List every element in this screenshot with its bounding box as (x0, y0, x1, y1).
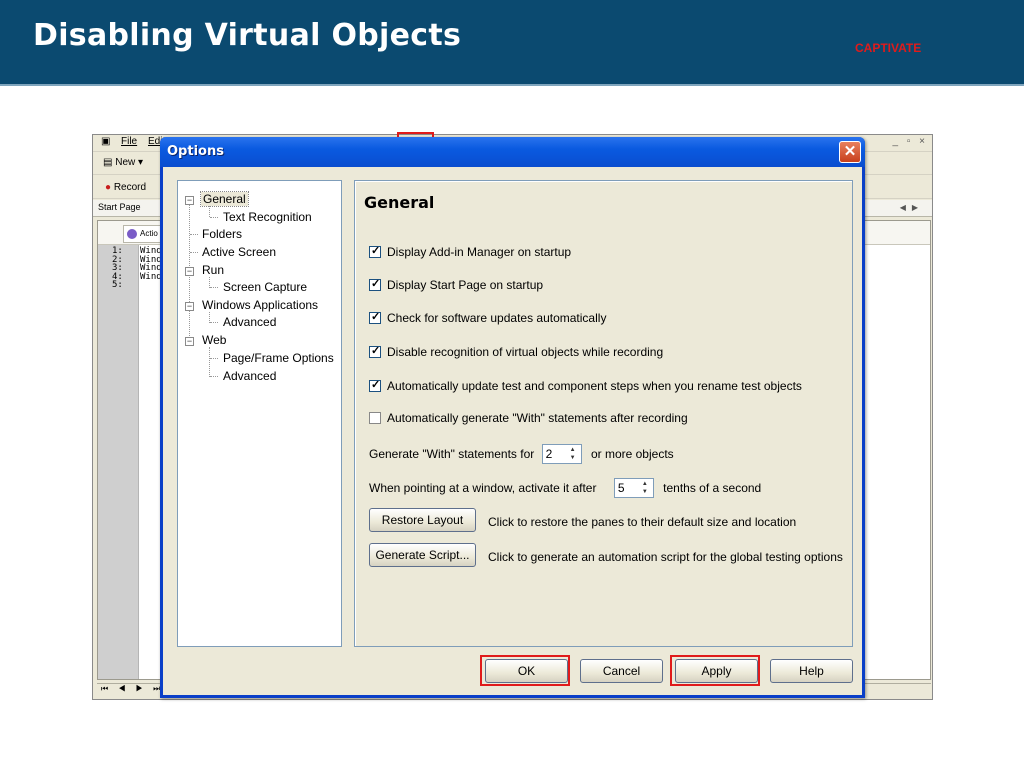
tree-item-page-frame-options[interactable]: Page/Frame Options (223, 351, 334, 365)
collapse-icon[interactable]: − (185, 196, 194, 205)
menu-file[interactable]: File (121, 136, 137, 147)
restore-layout-description: Click to restore the panes to their defa… (488, 515, 797, 529)
activate-window-prefix: When pointing at a window, activate it a… (369, 481, 597, 495)
collapse-icon[interactable]: − (185, 302, 194, 311)
panel-heading: General (364, 193, 435, 212)
tab-start-page[interactable]: Start Page (98, 202, 141, 212)
slide-header: Disabling Virtual Objects CAPTIVATE (0, 0, 1024, 86)
script-lines: Wind Wind Wind Wind (140, 247, 162, 281)
checkbox[interactable] (369, 412, 381, 424)
option-label: Automatically generate "With" statements… (387, 411, 688, 425)
dialog-titlebar[interactable]: Options ✕ (160, 137, 865, 167)
window-controls[interactable]: _ ▫ × (892, 136, 928, 147)
option-label: Check for software updates automatically (387, 311, 607, 325)
line-numbers: 1: 2: 3: 4: 5: (112, 247, 123, 290)
restore-layout-button[interactable]: Restore Layout (369, 508, 476, 532)
tree-item-web-advanced[interactable]: Advanced (223, 369, 276, 383)
options-tree: − General Text Recognition Folders Activ… (177, 180, 342, 647)
tree-item-folders[interactable]: Folders (202, 227, 242, 241)
with-statements-suffix: or more objects (590, 447, 674, 461)
ok-highlight (480, 655, 570, 686)
option-display-start-page[interactable]: Display Start Page on startup (369, 277, 544, 292)
checkbox[interactable] (369, 310, 381, 324)
checkbox[interactable] (369, 344, 381, 358)
option-label: Display Start Page on startup (387, 278, 544, 292)
activate-window-row: When pointing at a window, activate it a… (369, 478, 761, 498)
option-label: Display Add-in Manager on startup (387, 245, 572, 259)
collapse-icon[interactable]: − (185, 267, 194, 276)
option-disable-virtual-objects[interactable]: Disable recognition of virtual objects w… (369, 344, 664, 359)
spinner-arrows-icon[interactable]: ▲ ▼ (638, 480, 652, 496)
tree-line (210, 376, 218, 377)
tree-item-run[interactable]: Run (202, 263, 224, 277)
option-check-updates[interactable]: Check for software updates automatically (369, 310, 607, 325)
tree-line (190, 234, 198, 235)
new-label: New (115, 157, 136, 168)
tab-scroll-arrows[interactable]: ◀▶ (900, 203, 924, 212)
checkbox[interactable] (369, 378, 381, 392)
cancel-button[interactable]: Cancel (580, 659, 663, 683)
tree-line (209, 206, 210, 217)
option-auto-with-statements[interactable]: Automatically generate "With" statements… (369, 411, 688, 425)
tree-item-general[interactable]: General (200, 191, 249, 207)
script-line[interactable]: Wind (140, 272, 162, 282)
general-panel: General Display Add-in Manager on startu… (354, 180, 853, 647)
record-label: Record (113, 182, 147, 193)
dialog-title: Options (167, 144, 224, 159)
record-icon: ● (105, 182, 112, 193)
captivate-tag: CAPTIVATE (855, 41, 922, 55)
tree-line (210, 287, 218, 288)
new-button[interactable]: ▤ New ▾ (103, 157, 143, 168)
options-dialog: Options ✕ − General Text Recognition Fol… (160, 137, 865, 698)
close-button[interactable]: ✕ (839, 141, 861, 163)
spinner-value[interactable]: 5 (618, 481, 625, 495)
spinner-arrows-icon[interactable]: ▲ ▼ (566, 446, 580, 462)
line-gutter (98, 245, 139, 679)
tree-item-screen-capture[interactable]: Screen Capture (223, 280, 307, 294)
option-label: Disable recognition of virtual objects w… (387, 345, 664, 359)
tree-line (210, 217, 218, 218)
record-button[interactable]: ● Record (105, 182, 146, 193)
tree-line (209, 347, 210, 377)
activate-window-spinner[interactable]: 5 ▲ ▼ (613, 478, 654, 498)
apply-highlight (670, 655, 760, 686)
app-icon: ▣ (101, 136, 111, 147)
generate-script-description: Click to generate an automation script f… (488, 550, 843, 564)
tree-line (190, 252, 198, 253)
tree-item-windows-advanced[interactable]: Advanced (223, 315, 276, 329)
tree-line (210, 358, 218, 359)
line-number: 5: (112, 280, 123, 290)
tree-item-text-recognition[interactable]: Text Recognition (223, 210, 312, 224)
tree-item-web[interactable]: Web (202, 333, 226, 347)
with-statements-prefix: Generate "With" statements for (369, 447, 535, 461)
spinner-value[interactable]: 2 (546, 447, 553, 461)
tree-item-active-screen[interactable]: Active Screen (202, 245, 276, 259)
option-display-addin-manager[interactable]: Display Add-in Manager on startup (369, 244, 572, 259)
help-button[interactable]: Help (770, 659, 853, 683)
checkbox[interactable] (369, 244, 381, 258)
tree-item-windows-applications[interactable]: Windows Applications (202, 298, 318, 312)
generate-script-button[interactable]: Generate Script... (369, 543, 476, 567)
activate-window-suffix: tenths of a second (663, 481, 762, 495)
option-auto-update-steps[interactable]: Automatically update test and component … (369, 378, 802, 393)
close-icon: ✕ (843, 143, 857, 160)
checkbox[interactable] (369, 277, 381, 291)
collapse-icon[interactable]: − (185, 337, 194, 346)
with-statements-row: Generate "With" statements for 2 ▲ ▼ or mo… (369, 444, 674, 464)
slide-title: Disabling Virtual Objects (33, 18, 462, 53)
option-label: Automatically update test and component … (387, 379, 802, 393)
with-statements-spinner[interactable]: 2 ▲ ▼ (541, 444, 582, 464)
tree-line (210, 322, 218, 323)
